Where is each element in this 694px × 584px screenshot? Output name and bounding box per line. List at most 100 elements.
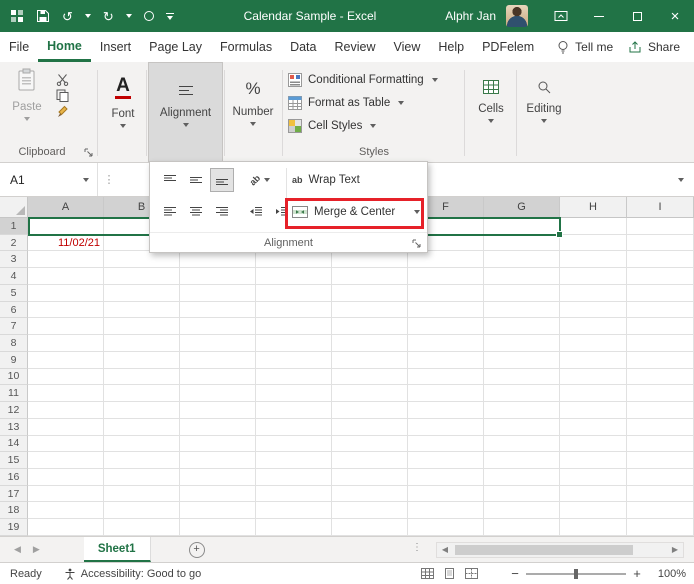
cell-E3[interactable]: [332, 251, 408, 269]
cell-H16[interactable]: [560, 469, 627, 486]
cell-H1[interactable]: [560, 218, 627, 235]
cell-G14[interactable]: [484, 435, 560, 453]
row-header-14[interactable]: 14: [0, 435, 28, 453]
close-button[interactable]: ×: [656, 0, 694, 32]
cell-D12[interactable]: [256, 402, 332, 419]
cell-F12[interactable]: [408, 402, 484, 419]
cell-E4[interactable]: [332, 268, 408, 285]
scrollbar-thumb[interactable]: [455, 544, 633, 555]
number-group-button[interactable]: % Number: [227, 68, 279, 126]
cell-H17[interactable]: [560, 485, 627, 503]
row-header-17[interactable]: 17: [0, 485, 28, 503]
cell-C17[interactable]: [180, 485, 256, 503]
align-middle-button[interactable]: [184, 168, 208, 192]
cell-I11[interactable]: [627, 385, 694, 403]
cell-D14[interactable]: [256, 435, 332, 453]
row-header-19[interactable]: 19: [0, 519, 28, 536]
cell-G16[interactable]: [484, 469, 560, 486]
cell-C9[interactable]: [180, 351, 256, 369]
cell-A10[interactable]: [28, 368, 104, 386]
cell-G19[interactable]: [484, 519, 560, 536]
column-header-G[interactable]: G: [484, 197, 560, 218]
cell-A17[interactable]: [28, 485, 104, 503]
cell-G9[interactable]: [484, 351, 560, 369]
orientation-button[interactable]: ab: [244, 168, 276, 192]
cell-I14[interactable]: [627, 435, 694, 453]
tab-formulas[interactable]: Formulas: [211, 32, 281, 62]
cell-B12[interactable]: [104, 402, 180, 419]
cell-I17[interactable]: [627, 485, 694, 503]
row-header-11[interactable]: 11: [0, 385, 28, 403]
cell-B18[interactable]: [104, 502, 180, 520]
cell-B10[interactable]: [104, 368, 180, 386]
cell-A15[interactable]: [28, 452, 104, 470]
cell-C4[interactable]: [180, 268, 256, 285]
column-header-H[interactable]: H: [560, 197, 627, 218]
cell-B3[interactable]: [104, 251, 180, 269]
cell-H2[interactable]: [560, 234, 627, 252]
cut-icon[interactable]: [52, 71, 72, 87]
cell-H4[interactable]: [560, 268, 627, 285]
row-header-6[interactable]: 6: [0, 301, 28, 319]
zoom-in-button[interactable]: +: [630, 566, 644, 581]
tab-file[interactable]: File: [0, 32, 38, 62]
normal-view-icon[interactable]: [416, 565, 438, 583]
cell-H12[interactable]: [560, 402, 627, 419]
cell-A8[interactable]: [28, 335, 104, 352]
cell-G1[interactable]: [484, 218, 560, 235]
cell-G12[interactable]: [484, 402, 560, 419]
cell-F11[interactable]: [408, 385, 484, 403]
merge-center-button[interactable]: Merge & Center: [292, 200, 420, 224]
cell-B15[interactable]: [104, 452, 180, 470]
tab-pdfelement[interactable]: PDFelem: [473, 32, 543, 62]
cell-H9[interactable]: [560, 351, 627, 369]
cell-F14[interactable]: [408, 435, 484, 453]
cell-B7[interactable]: [104, 318, 180, 336]
cell-E5[interactable]: [332, 284, 408, 302]
cell-G7[interactable]: [484, 318, 560, 336]
scrollbar-track[interactable]: [453, 543, 667, 557]
cell-D13[interactable]: [256, 418, 332, 436]
cell-I5[interactable]: [627, 284, 694, 302]
tab-review[interactable]: Review: [325, 32, 384, 62]
cell-D11[interactable]: [256, 385, 332, 403]
cell-D4[interactable]: [256, 268, 332, 285]
zoom-out-button[interactable]: −: [508, 566, 522, 581]
cell-D3[interactable]: [256, 251, 332, 269]
cell-styles-button[interactable]: Cell Styles: [288, 115, 377, 136]
cell-I18[interactable]: [627, 502, 694, 520]
align-bottom-button[interactable]: [210, 168, 234, 192]
row-header-13[interactable]: 13: [0, 418, 28, 436]
cell-B9[interactable]: [104, 351, 180, 369]
cells-group-button[interactable]: Cells: [468, 68, 514, 123]
cell-C12[interactable]: [180, 402, 256, 419]
cell-D16[interactable]: [256, 469, 332, 486]
cell-A11[interactable]: [28, 385, 104, 403]
cell-I7[interactable]: [627, 318, 694, 336]
column-header-I[interactable]: I: [627, 197, 694, 218]
cell-C11[interactable]: [180, 385, 256, 403]
cell-E10[interactable]: [332, 368, 408, 386]
zoom-slider-thumb[interactable]: [574, 568, 578, 579]
cell-C8[interactable]: [180, 335, 256, 352]
tab-scroll-right-icon[interactable]: ▶: [33, 544, 40, 555]
cell-G18[interactable]: [484, 502, 560, 520]
tab-page-layout[interactable]: Page Lay: [140, 32, 211, 62]
cell-I4[interactable]: [627, 268, 694, 285]
merge-center-chevron-icon[interactable]: [414, 210, 420, 214]
cell-D15[interactable]: [256, 452, 332, 470]
cell-F4[interactable]: [408, 268, 484, 285]
cell-F16[interactable]: [408, 469, 484, 486]
cell-G5[interactable]: [484, 284, 560, 302]
cell-H7[interactable]: [560, 318, 627, 336]
copy-icon[interactable]: [52, 87, 72, 103]
cell-A5[interactable]: [28, 284, 104, 302]
cell-G6[interactable]: [484, 301, 560, 319]
cell-F19[interactable]: [408, 519, 484, 536]
cell-I10[interactable]: [627, 368, 694, 386]
cell-H10[interactable]: [560, 368, 627, 386]
cell-E12[interactable]: [332, 402, 408, 419]
cell-D8[interactable]: [256, 335, 332, 352]
page-break-view-icon[interactable]: [460, 565, 482, 583]
cell-B17[interactable]: [104, 485, 180, 503]
